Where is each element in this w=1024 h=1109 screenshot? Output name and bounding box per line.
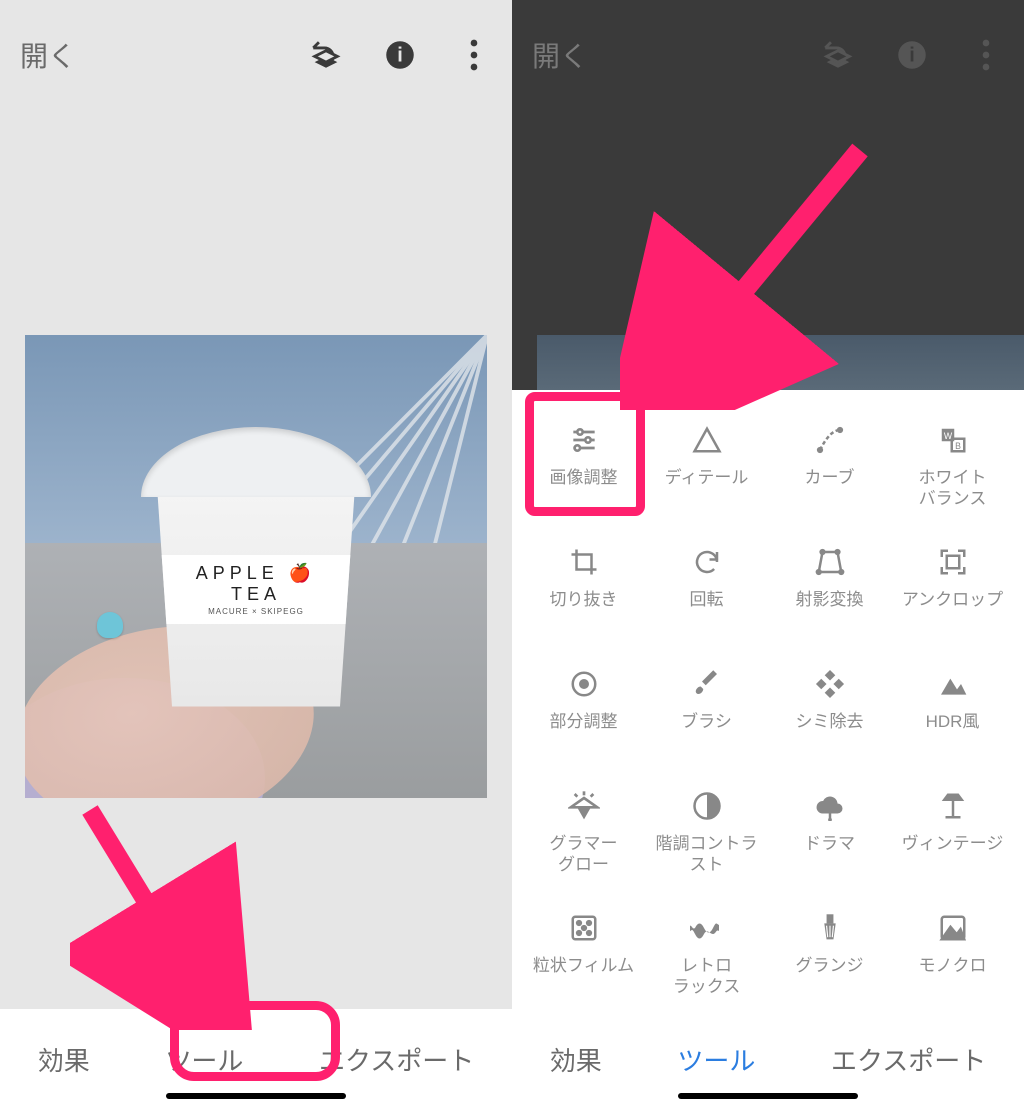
tool-label: ホワイトバランス [919, 467, 987, 510]
tool-label: 射影変換 [796, 589, 864, 610]
tool-label: シミ除去 [796, 711, 864, 732]
tool-vintage[interactable]: ヴィンテージ [891, 781, 1014, 881]
tool-label: グラマーグロー [550, 833, 618, 876]
svg-text:i: i [397, 44, 403, 66]
header-icons: i [308, 37, 492, 73]
svg-text:B: B [955, 441, 961, 451]
nav-tools[interactable]: ツール [165, 1041, 243, 1078]
tune-icon [568, 423, 600, 457]
photo-canvas[interactable]: APPLE 🍎 TEA MACURE × SKIPEGG [25, 335, 487, 798]
tool-detail[interactable]: ディテール [645, 415, 768, 515]
cup-label-title: APPLE 🍎 TEA [170, 563, 342, 605]
tool-label: ヴィンテージ [902, 833, 1004, 854]
grunge-icon [816, 911, 844, 945]
grain-icon [569, 911, 599, 945]
open-button[interactable]: 開く [20, 35, 308, 75]
header: 開く i [0, 0, 512, 110]
svg-text:W: W [943, 431, 952, 441]
left-screen: 開く i APPLE 🍎 TEA MACURE × SKIPEGG [0, 0, 512, 1109]
right-screen: 開く i 画像調整 ディテール カーブ WB ホワイトバランス 切り抜き 回転 射… [512, 0, 1024, 1109]
info-icon[interactable]: i [382, 37, 418, 73]
tool-retrolux[interactable]: レトロラックス [645, 903, 768, 1003]
mono-icon [938, 911, 968, 945]
cup-label-sub: MACURE × SKIPEGG [170, 607, 342, 616]
detail-icon [692, 423, 722, 457]
more-icon[interactable] [968, 37, 1004, 73]
tool-uncrop[interactable]: アンクロップ [891, 537, 1014, 637]
tool-curve[interactable]: カーブ [768, 415, 891, 515]
home-indicator[interactable] [678, 1093, 858, 1099]
tool-wb[interactable]: WB ホワイトバランス [891, 415, 1014, 515]
tool-label: 画像調整 [550, 467, 618, 488]
tool-label: グランジ [796, 955, 864, 976]
tool-mono[interactable]: モノクロ [891, 903, 1014, 1003]
layers-undo-icon[interactable] [820, 37, 856, 73]
tool-label: HDR風 [926, 711, 980, 732]
tool-label: カーブ [805, 467, 855, 488]
tool-label: ドラマ [804, 833, 855, 854]
tool-label: 粒状フィルム [533, 955, 634, 976]
tool-brush[interactable]: ブラシ [645, 659, 768, 759]
tool-tune[interactable]: 画像調整 [522, 415, 645, 515]
svg-text:i: i [909, 44, 915, 66]
tool-label: 回転 [690, 589, 724, 610]
tool-label: ブラシ [681, 711, 732, 732]
tonal-icon [692, 789, 722, 823]
brush-icon [692, 667, 722, 701]
nav-tools[interactable]: ツール [677, 1041, 755, 1078]
tool-label: 部分調整 [550, 711, 618, 732]
selective-icon [569, 667, 599, 701]
tool-label: レトロラックス [673, 955, 741, 998]
perspective-icon [815, 545, 845, 579]
nav-export[interactable]: エクスポート [831, 1041, 986, 1078]
annotation-arrow-left [70, 800, 270, 1030]
nav-export[interactable]: エクスポート [319, 1041, 474, 1078]
open-button[interactable]: 開く [532, 35, 820, 75]
tool-tonal[interactable]: 階調コントラスト [645, 781, 768, 881]
tool-label: ディテール [665, 467, 749, 488]
tools-grid: 画像調整 ディテール カーブ WB ホワイトバランス 切り抜き 回転 射影変換 ア… [512, 390, 1024, 1028]
glow-icon [568, 789, 600, 823]
tool-selective[interactable]: 部分調整 [522, 659, 645, 759]
rotate-icon [692, 545, 722, 579]
more-icon[interactable] [456, 37, 492, 73]
tool-grain[interactable]: 粒状フィルム [522, 903, 645, 1003]
home-indicator[interactable] [166, 1093, 346, 1099]
tool-grunge[interactable]: グランジ [768, 903, 891, 1003]
tool-label: 階調コントラスト [656, 833, 758, 876]
layers-undo-icon[interactable] [308, 37, 344, 73]
wb-icon: WB [938, 423, 968, 457]
tool-label: 切り抜き [550, 589, 618, 610]
tool-heal[interactable]: シミ除去 [768, 659, 891, 759]
info-icon[interactable]: i [894, 37, 930, 73]
nav-effects[interactable]: 効果 [550, 1041, 602, 1078]
heal-icon [815, 667, 845, 701]
hdr-icon [937, 667, 969, 701]
crop-icon [569, 545, 599, 579]
tool-hdr[interactable]: HDR風 [891, 659, 1014, 759]
tool-drama[interactable]: ドラマ [768, 781, 891, 881]
uncrop-icon [938, 545, 968, 579]
dimmed-background: 開く i [512, 0, 1024, 390]
retrolux-icon [690, 911, 724, 945]
cup-image: APPLE 🍎 TEA MACURE × SKIPEGG [141, 427, 371, 707]
tool-perspective[interactable]: 射影変換 [768, 537, 891, 637]
nav-effects[interactable]: 効果 [38, 1041, 90, 1078]
tool-rotate[interactable]: 回転 [645, 537, 768, 637]
tool-label: モノクロ [919, 955, 987, 976]
tool-crop[interactable]: 切り抜き [522, 537, 645, 637]
curve-icon [815, 423, 845, 457]
tool-glow[interactable]: グラマーグロー [522, 781, 645, 881]
vintage-icon [938, 789, 968, 823]
tool-label: アンクロップ [902, 589, 1003, 610]
drama-icon [815, 789, 845, 823]
